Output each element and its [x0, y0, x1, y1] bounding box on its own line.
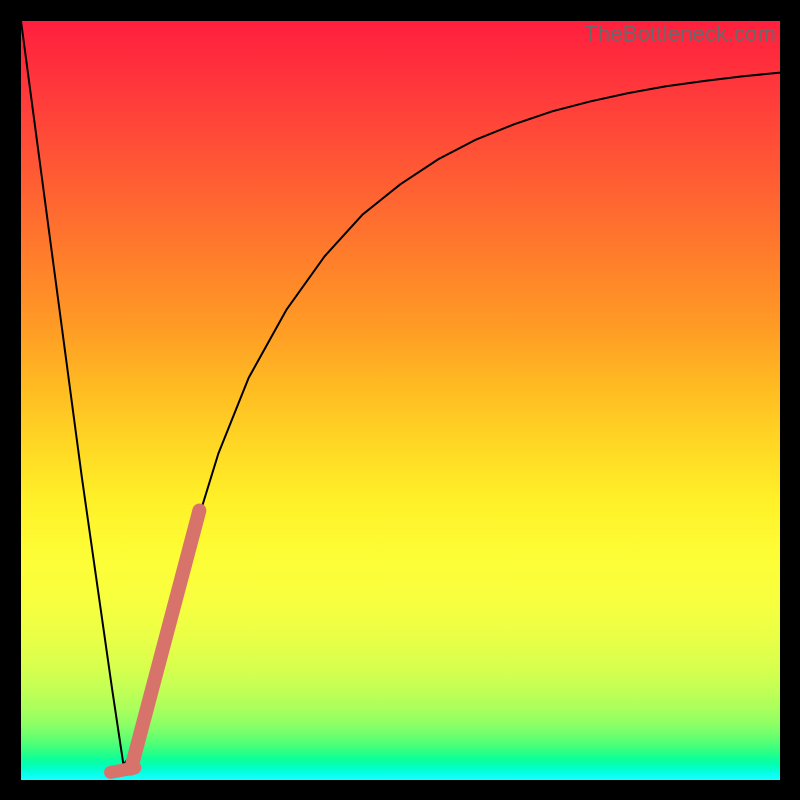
minor-marker	[111, 768, 135, 773]
chart-frame: TheBottleneck.com	[0, 0, 800, 800]
plot-area: TheBottleneck.com	[21, 21, 780, 780]
chart-svg	[21, 21, 780, 780]
main-marker	[131, 511, 199, 769]
bottleneck-curve	[21, 21, 780, 765]
